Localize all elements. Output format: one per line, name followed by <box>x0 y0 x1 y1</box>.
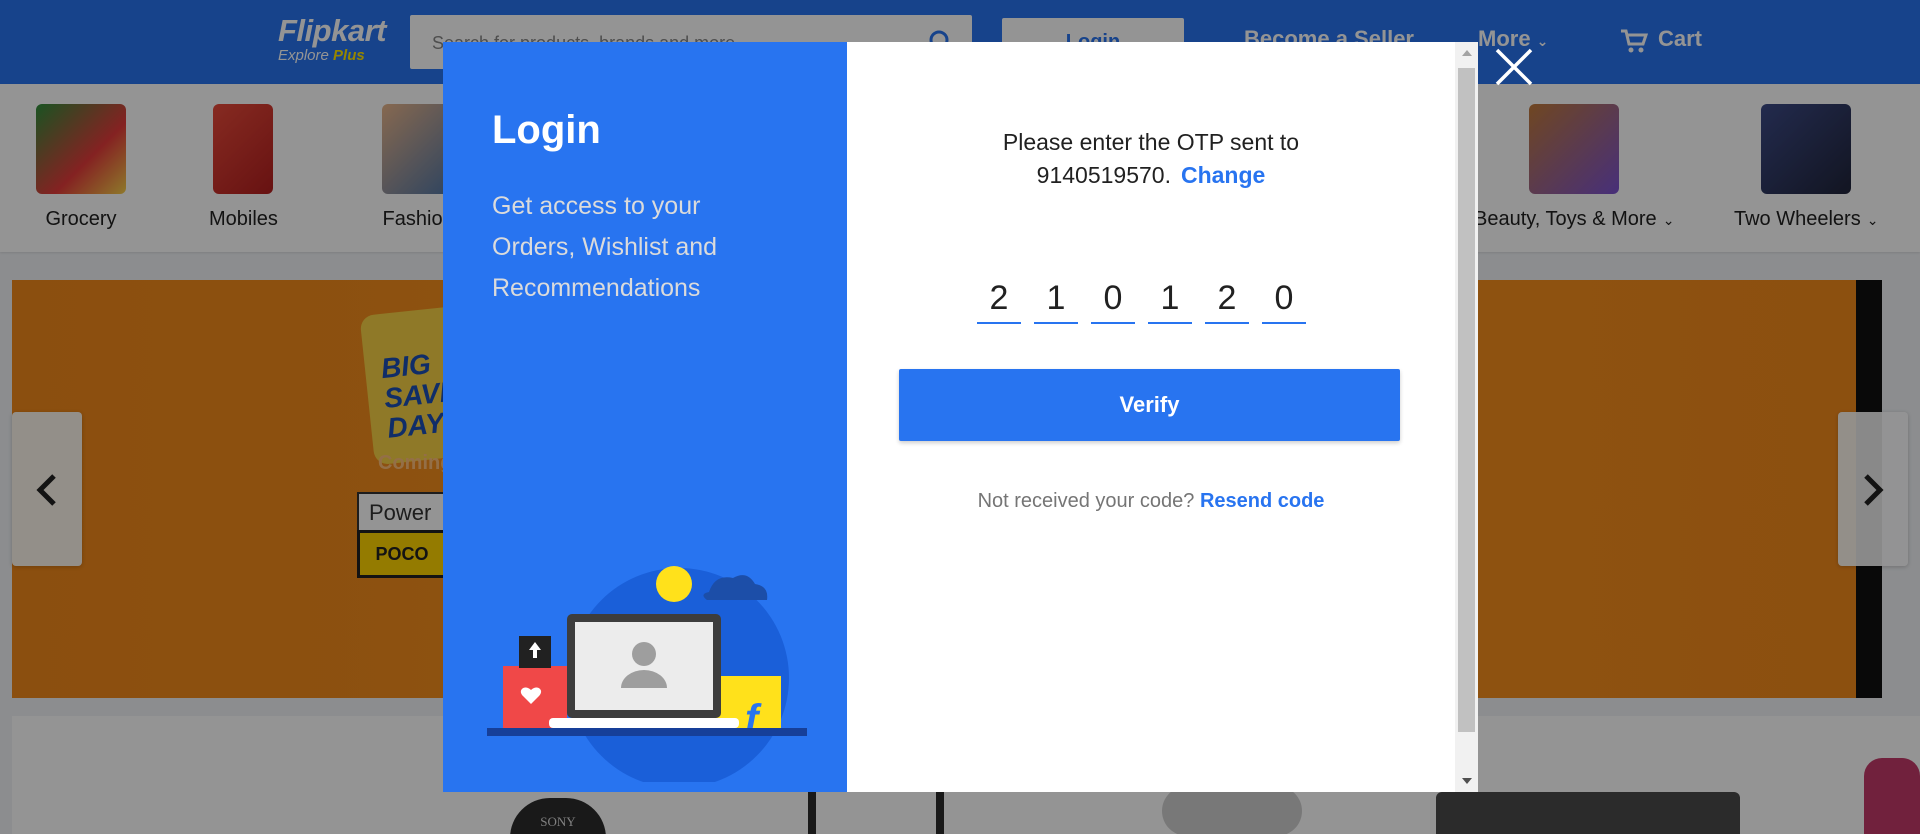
phone-number: 9140519570. <box>1036 162 1171 188</box>
resend-code-link[interactable]: Resend code <box>1200 490 1324 512</box>
otp-prompt: Please enter the OTP sent to 9140519570.… <box>847 126 1455 192</box>
login-title: Login <box>492 108 601 152</box>
verify-button[interactable]: Verify <box>899 369 1400 441</box>
login-illustration: f <box>487 566 807 782</box>
scroll-up-arrow-icon[interactable] <box>1462 50 1472 56</box>
scroll-down-arrow-icon[interactable] <box>1462 778 1472 784</box>
otp-prompt-text: Please enter the OTP sent to <box>1002 129 1300 155</box>
change-number-link[interactable]: Change <box>1181 162 1265 188</box>
resend-prompt: Not received your code? <box>977 490 1195 512</box>
scroll-thumb[interactable] <box>1458 68 1475 732</box>
login-side-panel: Login Get access to your Orders, Wishlis… <box>443 42 847 792</box>
close-icon[interactable] <box>1493 46 1535 88</box>
modal-scrollbar[interactable] <box>1455 42 1478 792</box>
otp-digit-input[interactable]: 1 <box>1034 274 1078 324</box>
otp-digit-input[interactable]: 0 <box>1262 274 1306 324</box>
otp-panel: Please enter the OTP sent to 9140519570.… <box>847 42 1478 792</box>
login-description: Get access to your Orders, Wishlist and … <box>492 192 718 302</box>
otp-digit-input[interactable]: 1 <box>1148 274 1192 324</box>
otp-digit-input[interactable]: 2 <box>977 274 1021 324</box>
otp-digit-input[interactable]: 2 <box>1205 274 1249 324</box>
otp-digit-input[interactable]: 0 <box>1091 274 1135 324</box>
resend-row: Not received your code? Resend code <box>847 490 1455 513</box>
